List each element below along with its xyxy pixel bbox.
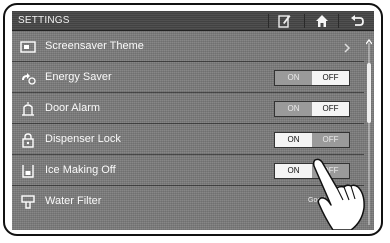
edit-icon[interactable] — [276, 13, 292, 29]
setting-row-energy-saver[interactable]: Energy Saver ON OFF — [12, 63, 364, 93]
top-bar: SETTINGS — [12, 11, 374, 31]
door-alarm-icon — [20, 101, 36, 117]
ice-icon — [20, 163, 36, 179]
chevron-up-icon[interactable] — [365, 33, 373, 45]
toggle-off-option[interactable]: OFF — [312, 102, 349, 116]
chevron-right-icon — [342, 41, 352, 53]
divider — [304, 14, 305, 28]
setting-label: Ice Making Off — [45, 164, 116, 176]
setting-label: Energy Saver — [45, 71, 112, 83]
divider — [338, 14, 339, 28]
toggle-on-option[interactable]: ON — [275, 71, 312, 85]
screensaver-icon — [20, 39, 36, 55]
water-filter-icon — [20, 194, 36, 210]
setting-row-screensaver-theme[interactable]: Screensaver Theme — [12, 32, 364, 62]
hand-icon — [307, 156, 367, 230]
page-title: SETTINGS — [18, 15, 70, 26]
dispenser-lock-toggle[interactable]: ON OFF — [274, 132, 350, 148]
energy-saver-icon — [20, 70, 36, 86]
lock-icon — [20, 132, 36, 148]
divider — [268, 14, 269, 28]
setting-label: Screensaver Theme — [45, 40, 144, 52]
toggle-on-option[interactable]: ON — [275, 102, 312, 116]
setting-label: Dispenser Lock — [45, 133, 121, 145]
home-icon[interactable] — [314, 13, 330, 29]
setting-row-door-alarm[interactable]: Door Alarm ON OFF — [12, 94, 364, 124]
setting-row-dispenser-lock[interactable]: Dispenser Lock ON OFF — [12, 125, 364, 155]
device-frame: SETTINGS Screensaver Theme Energy Saver … — [3, 3, 383, 236]
toggle-off-option[interactable]: OFF — [312, 133, 349, 147]
setting-label: Water Filter — [45, 195, 102, 207]
toggle-on-option[interactable]: ON — [275, 133, 312, 147]
toggle-off-option[interactable]: OFF — [312, 71, 349, 85]
energy-saver-toggle[interactable]: ON OFF — [274, 70, 350, 86]
settings-screen: SETTINGS Screensaver Theme Energy Saver … — [12, 11, 374, 230]
door-alarm-toggle[interactable]: ON OFF — [274, 101, 350, 117]
setting-label: Door Alarm — [45, 102, 101, 114]
scroll-thumb[interactable] — [367, 63, 371, 123]
back-icon[interactable] — [349, 13, 365, 29]
